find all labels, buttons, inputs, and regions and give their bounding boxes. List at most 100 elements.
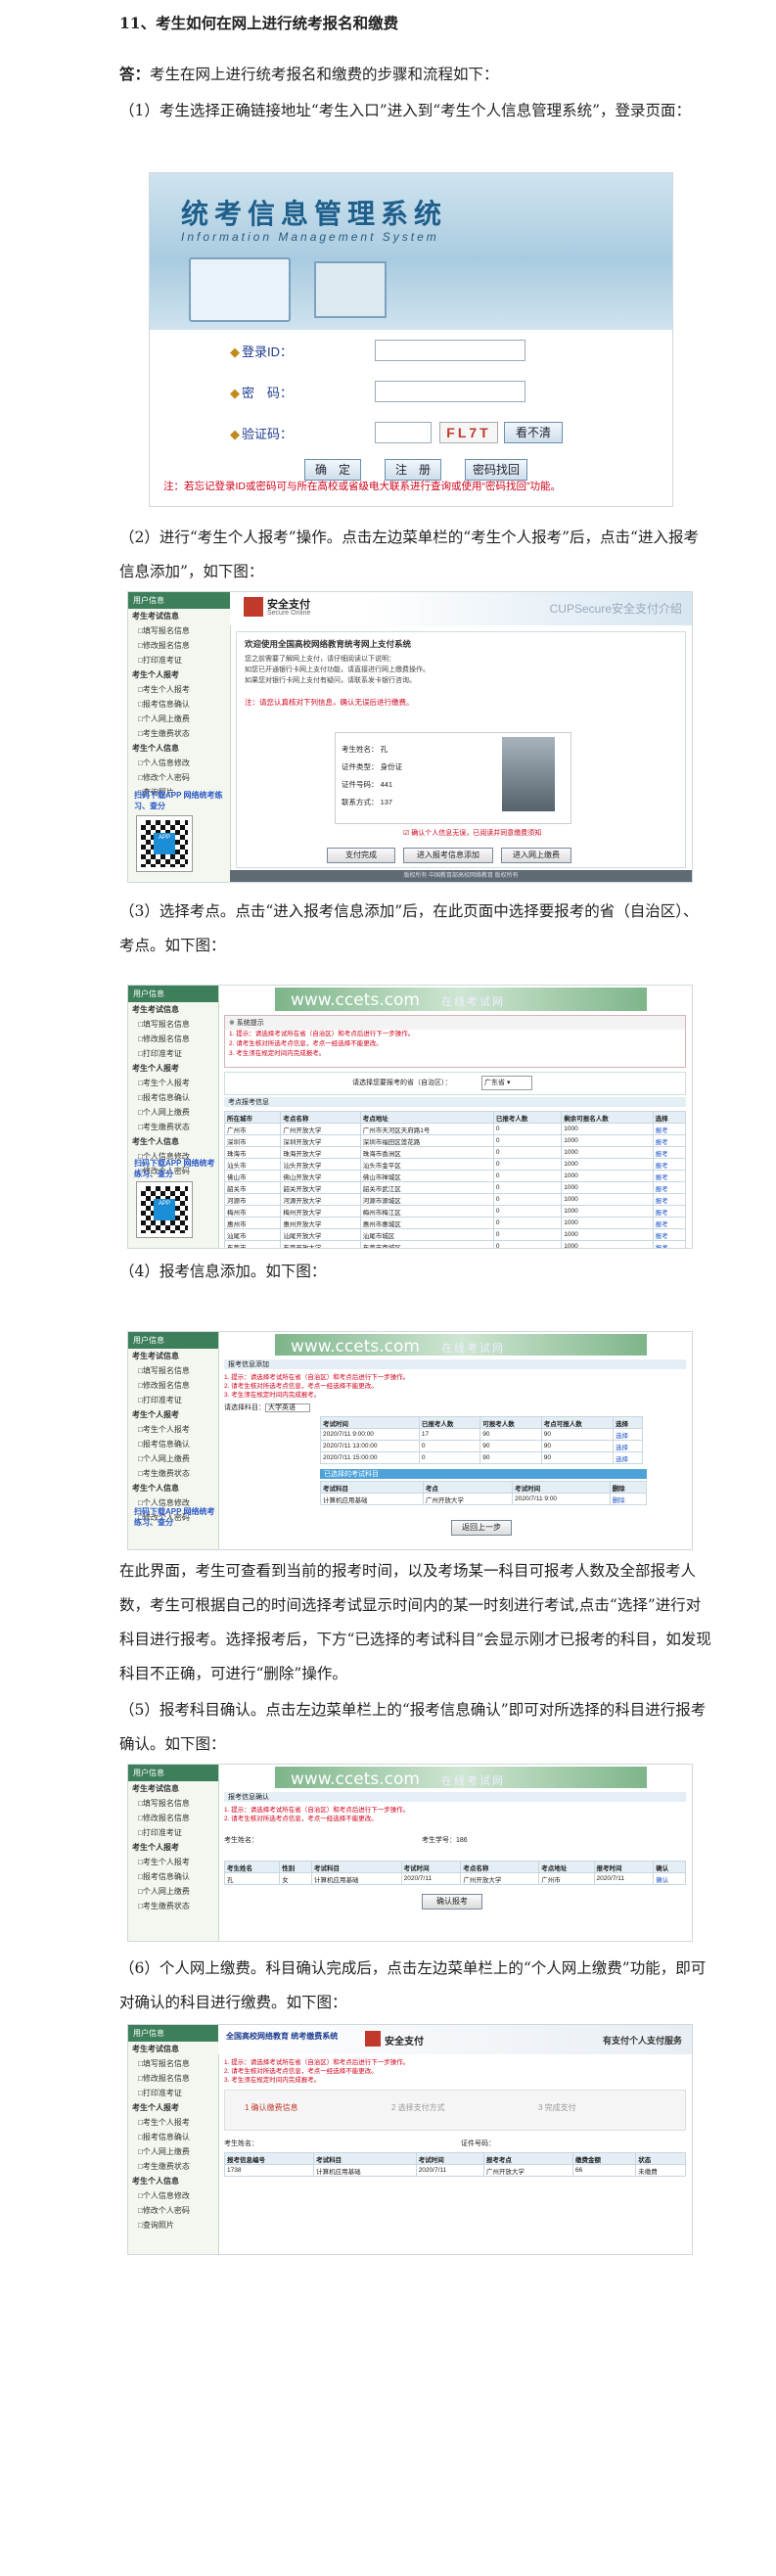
sidebar-item[interactable]: □填写报名信息 — [128, 1017, 218, 1032]
column-header: 选择 — [652, 1111, 687, 1124]
sidebar-item[interactable]: □修改报名信息 — [128, 1032, 218, 1046]
sidebar-item[interactable]: □报考信息确认 — [128, 697, 230, 712]
password-input[interactable] — [375, 381, 525, 402]
table-cell: 1000 — [561, 1217, 654, 1229]
sidebar-item[interactable]: □考生个人报考 — [128, 2115, 218, 2130]
action-link[interactable]: 报考 — [652, 1240, 687, 1248]
sidebar-item[interactable]: □个人网上缴费 — [128, 1105, 218, 1120]
sidebar-item[interactable]: 考生考试信息 — [128, 1781, 218, 1796]
table-cell: 汕尾市城区 — [359, 1228, 494, 1241]
ccets-banner: www.ccets.com 在线考试网 — [275, 1767, 647, 1789]
action-link[interactable]: 删除 — [609, 1493, 648, 1505]
payment-done-button[interactable]: 支付完成 — [327, 848, 395, 863]
action-link[interactable]: 选择 — [613, 1451, 643, 1464]
sidebar-item[interactable]: 考生考试信息 — [128, 1349, 218, 1363]
ccets-banner: www.ccets.com 在线考试网 — [275, 1334, 647, 1357]
action-link[interactable]: 报考 — [652, 1205, 687, 1218]
sidebar-item[interactable]: □打印准考证 — [128, 1825, 218, 1840]
sidebar-item[interactable]: □考生个人报考 — [128, 1855, 218, 1869]
sidebar-item[interactable]: □修改报名信息 — [128, 1811, 218, 1825]
sidebar-item[interactable]: □报考信息确认 — [128, 2130, 218, 2144]
sidebar-item[interactable]: □个人网上缴费 — [128, 2144, 218, 2159]
sidebar-item[interactable]: □报考信息确认 — [128, 1869, 218, 1884]
ccets-url: www.ccets.com — [291, 1770, 420, 1789]
sidebar-item[interactable]: 考生考试信息 — [128, 1002, 218, 1017]
step-3: 3 完成支付 — [538, 2103, 576, 2112]
captcha-input[interactable] — [375, 422, 432, 443]
sidebar-item[interactable]: □个人信息修改 — [128, 2188, 218, 2203]
sidebar-item[interactable]: □修改个人密码 — [128, 770, 230, 785]
action-link[interactable]: 报考 — [652, 1193, 687, 1206]
sidebar-item[interactable]: 考生个人信息 — [128, 1481, 218, 1495]
back-button[interactable]: 返回上一步 — [451, 1520, 512, 1536]
action-link[interactable]: 确认 — [653, 1872, 686, 1885]
sidebar-item[interactable]: □修改报名信息 — [128, 638, 230, 653]
sidebar-item[interactable]: 考生考试信息 — [128, 609, 230, 623]
action-link[interactable]: 报考 — [652, 1228, 687, 1241]
sidebar-item[interactable]: 考生个人信息 — [128, 2174, 218, 2188]
sidebar-item[interactable]: □打印准考证 — [128, 2086, 218, 2100]
column-header: 考试科目 — [310, 1861, 402, 1873]
sidebar-item[interactable]: □打印准考证 — [128, 1046, 218, 1061]
sidebar-item[interactable]: □考生缴费状态 — [128, 1120, 218, 1134]
sidebar-item[interactable]: 考生个人报考 — [128, 1840, 218, 1855]
action-link[interactable]: 报考 — [652, 1134, 687, 1147]
sidebar-item[interactable]: □考生缴费状态 — [128, 1899, 218, 1913]
sidebar-item[interactable]: □报考信息确认 — [128, 1437, 218, 1451]
sidebar-item[interactable]: □考生缴费状态 — [128, 726, 230, 741]
action-link[interactable]: 报考 — [652, 1146, 687, 1159]
enter-payment-button[interactable]: 进入网上缴费 — [501, 848, 571, 863]
sidebar-item[interactable]: □修改报名信息 — [128, 2071, 218, 2086]
sidebar-item[interactable]: □考生个人报考 — [128, 1422, 218, 1437]
action-link[interactable]: 选择 — [613, 1428, 643, 1441]
register-button[interactable]: 注 册 — [385, 459, 441, 481]
sidebar-item[interactable]: 考生个人报考 — [128, 1407, 218, 1422]
sidebar-item[interactable]: 考生个人报考 — [128, 667, 230, 682]
sidebar-item[interactable]: □考生缴费状态 — [128, 1466, 218, 1481]
region-select[interactable]: 广东省 ▾ — [481, 1076, 532, 1090]
sidebar-item[interactable]: □个人信息修改 — [128, 756, 230, 770]
sidebar-item[interactable]: □个人网上缴费 — [128, 1451, 218, 1466]
sidebar-item[interactable]: □填写报名信息 — [128, 623, 230, 638]
sidebar-item[interactable]: 考生个人报考 — [128, 2100, 218, 2115]
step6-text: （6）个人网上缴费。科目确认完成后，点击左边菜单栏上的“个人网上缴费”功能，即可… — [119, 1959, 707, 2011]
region-select-row: 请选择您要报考的省（自治区）： 广东省 ▾ — [224, 1072, 686, 1095]
sidebar-item[interactable]: □修改个人密码 — [128, 2203, 218, 2218]
sidebar-item[interactable]: □个人网上缴费 — [128, 712, 230, 726]
sidebar-item[interactable]: 考生考试信息 — [128, 2042, 218, 2056]
sidebar-item[interactable]: 考生个人报考 — [128, 1061, 218, 1076]
action-link[interactable]: 选择 — [613, 1440, 643, 1452]
table-cell: 深圳市福田区莲花路 — [359, 1134, 494, 1147]
action-link[interactable]: 报考 — [652, 1181, 687, 1194]
sidebar-item[interactable]: □考生个人报考 — [128, 1076, 218, 1090]
sidebar-item[interactable]: 考生个人信息 — [128, 1134, 218, 1149]
sidebar-item[interactable]: □报考信息确认 — [128, 1090, 218, 1105]
confirm-apply-button[interactable]: 确认报考 — [422, 1894, 482, 1909]
sidebar-item[interactable]: □考生缴费状态 — [128, 2159, 218, 2174]
sidebar-item[interactable]: □填写报名信息 — [128, 1796, 218, 1811]
recover-password-button[interactable]: 密码找回 — [465, 459, 527, 481]
sidebar-item[interactable]: □修改报名信息 — [128, 1378, 218, 1393]
action-link[interactable]: 报考 — [652, 1217, 687, 1229]
action-link[interactable]: 报考 — [652, 1123, 687, 1135]
table-cell: 东莞开放大学 — [280, 1240, 361, 1248]
info-row: 证件类型： 身份证 — [342, 762, 403, 771]
login-id-input[interactable] — [375, 340, 525, 361]
sidebar-item[interactable]: □考生个人报考 — [128, 682, 230, 697]
table-row: 珠海市 珠海开放大学 珠海市香洲区 0 1000 报考 — [223, 1146, 687, 1159]
confirm-button[interactable]: 确 定 — [304, 459, 361, 481]
subject-select[interactable]: 请选择科目： 大学英语 — [224, 1403, 310, 1412]
agree-text[interactable]: ☑ 确认个人信息无误，已阅读并同意缴费须知 — [403, 828, 541, 838]
sidebar-item[interactable]: 考生个人信息 — [128, 741, 230, 756]
sidebar-item[interactable]: □打印准考证 — [128, 653, 230, 667]
action-link[interactable]: 报考 — [652, 1170, 687, 1182]
sidebar-item[interactable]: □填写报名信息 — [128, 2056, 218, 2071]
refresh-captcha-button[interactable]: 看不清 — [504, 422, 563, 443]
sidebar-item[interactable]: □查询照片 — [128, 2218, 218, 2232]
computer-illustration-2 — [314, 261, 387, 318]
action-link[interactable]: 报考 — [652, 1158, 687, 1171]
sidebar-item[interactable]: □填写报名信息 — [128, 1363, 218, 1378]
enter-apply-button[interactable]: 进入报考信息添加 — [403, 848, 493, 863]
sidebar-item[interactable]: □打印准考证 — [128, 1393, 218, 1407]
sidebar-item[interactable]: □个人网上缴费 — [128, 1884, 218, 1899]
